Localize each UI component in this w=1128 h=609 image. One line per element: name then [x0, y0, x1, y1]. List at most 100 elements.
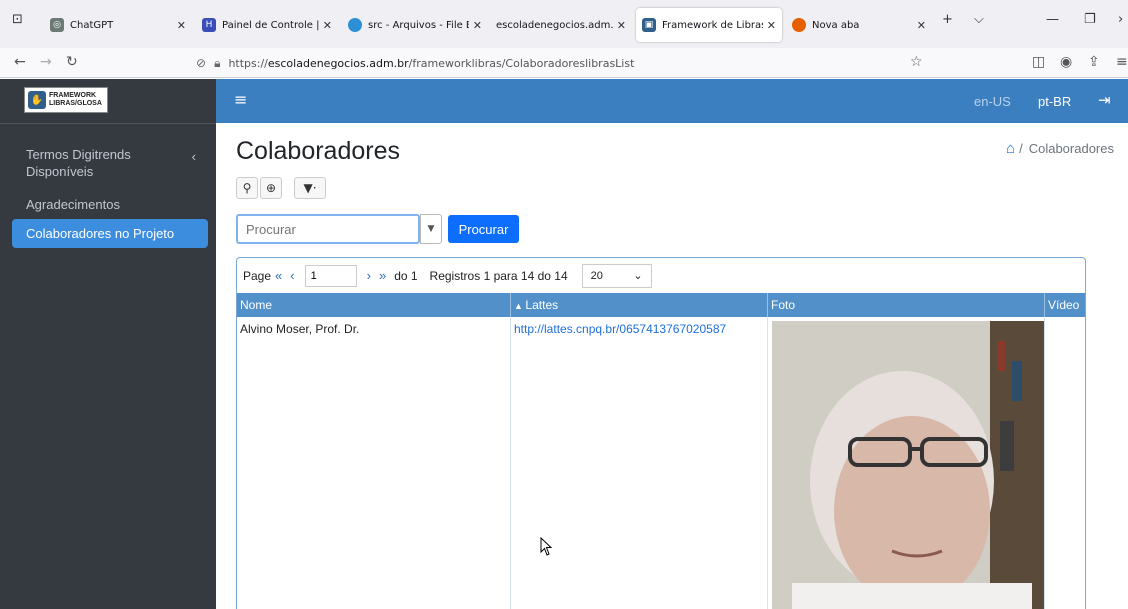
- menu-icon[interactable]: ≡: [1116, 54, 1128, 70]
- search-toggle-button[interactable]: ⚲: [236, 177, 258, 199]
- column-header-foto[interactable]: Foto: [768, 293, 1045, 317]
- logo-hands-icon: ✋: [28, 91, 46, 109]
- bookmark-star-icon[interactable]: ☆: [910, 54, 923, 70]
- main-content: Colaboradores ⌂ / Colaboradores ⚲ ⊕ ▼· ▼…: [216, 123, 1128, 609]
- chevron-left-icon: ‹: [191, 149, 196, 164]
- tab-title: Framework de Libras/C: [662, 19, 763, 31]
- chevron-down-icon: ⌄: [633, 270, 643, 282]
- mouse-cursor-icon: [540, 537, 553, 556]
- browser-nav-bar: ← → ↻ ⊘ 🔒︎ https://escoladenegocios.adm.…: [0, 48, 1128, 78]
- column-header-nome[interactable]: Nome: [237, 293, 511, 317]
- close-tab-icon[interactable]: ✕: [617, 19, 626, 32]
- records-info: Registros 1 para 14 do 14: [429, 268, 568, 283]
- tab-framework-libras[interactable]: ▣ Framework de Libras/C ✕: [636, 8, 782, 42]
- url-bar[interactable]: ⊘ 🔒︎ https://escoladenegocios.adm.br/fra…: [196, 51, 936, 75]
- colaborador-photo[interactable]: [772, 321, 1044, 609]
- first-page-icon[interactable]: «: [275, 268, 282, 283]
- sidebar-item-label: Termos Digitrends Disponíveis: [26, 147, 131, 179]
- advanced-search-button[interactable]: ⊕: [260, 177, 282, 199]
- cell-video: [1045, 317, 1085, 609]
- back-arrow-icon[interactable]: ←: [14, 54, 26, 70]
- cell-lattes: http://lattes.cnpq.br/0657413767020587: [511, 317, 768, 609]
- close-tab-icon[interactable]: ✕: [177, 19, 186, 32]
- close-tab-icon[interactable]: ✕: [767, 19, 776, 32]
- lang-pt-link[interactable]: pt-BR: [1038, 94, 1071, 109]
- sidebar-item-agradecimentos[interactable]: Agradecimentos: [12, 190, 208, 219]
- sidebar: ✋ FRAMEWORK LIBRAS/GLOSA Termos Digitrend…: [0, 79, 216, 609]
- page-size-select[interactable]: 20 ⌄: [581, 263, 652, 288]
- new-tab-icon[interactable]: +: [942, 12, 953, 27]
- sidebar-item-termos[interactable]: Termos Digitrends Disponíveis ‹: [12, 140, 208, 186]
- home-icon[interactable]: ⌂: [1006, 140, 1015, 157]
- account-icon[interactable]: ◉: [1060, 54, 1072, 70]
- filebrowser-favicon-icon: [348, 18, 362, 32]
- next-page-icon[interactable]: ›: [367, 268, 371, 283]
- tab-title: ChatGPT: [70, 19, 114, 31]
- tab-nova-aba[interactable]: Nova aba ✕: [786, 8, 932, 42]
- url-host: escoladenegocios.adm.br: [267, 56, 409, 70]
- tab-title: Painel de Controle | H: [222, 19, 319, 31]
- column-header-video[interactable]: Vídeo: [1045, 293, 1085, 317]
- painel-favicon-icon: H: [202, 18, 216, 32]
- column-header-lattes[interactable]: ▲ Lattes: [511, 293, 768, 317]
- last-page-icon[interactable]: »: [379, 268, 386, 283]
- tab-title: Nova aba: [812, 19, 860, 31]
- restore-icon[interactable]: ❐: [1084, 12, 1096, 27]
- url-prefix: https://: [228, 56, 268, 70]
- page-size-value: 20: [590, 269, 603, 282]
- lang-en-link[interactable]: en-US: [974, 94, 1011, 109]
- zoom-search-icon: ⊕: [265, 181, 277, 195]
- tab-chatgpt[interactable]: ◎ ChatGPT ✕: [44, 8, 192, 42]
- table-row: Alvino Moser, Prof. Dr. http://lattes.cn…: [237, 317, 1085, 609]
- tab-painel[interactable]: H Painel de Controle | H ✕: [196, 8, 338, 42]
- page-number-input[interactable]: [304, 264, 357, 287]
- search-icon: ⚲: [242, 181, 252, 195]
- tab-overflow-chevron-down-icon[interactable]: ⌵: [974, 12, 984, 27]
- pocket-icon[interactable]: ◫: [1032, 54, 1045, 70]
- breadcrumb: ⌂ / Colaboradores: [1006, 140, 1114, 157]
- page-title: Colaboradores: [236, 137, 400, 165]
- breadcrumb-current: Colaboradores: [1028, 141, 1114, 156]
- close-tab-icon[interactable]: ✕: [323, 19, 332, 32]
- firefox-favicon-icon: [792, 18, 806, 32]
- url-path: /frameworklibras/ColaboradoreslibrasList: [408, 56, 635, 70]
- close-tab-icon[interactable]: ✕: [473, 19, 482, 32]
- sort-asc-icon: ▲: [514, 301, 526, 311]
- tracking-shield-icon[interactable]: ⊘: [196, 56, 206, 70]
- sidebar-item-colaboradores[interactable]: Colaboradores no Projeto: [12, 219, 208, 248]
- browser-tab-bar: ⊡ ◎ ChatGPT ✕ H Painel de Controle | H ✕…: [0, 0, 1128, 48]
- framework-favicon-icon: ▣: [642, 18, 656, 32]
- lattes-link[interactable]: http://lattes.cnpq.br/0657413767020587: [514, 322, 726, 336]
- sidebar-item-label: Agradecimentos: [26, 197, 120, 212]
- search-button[interactable]: Procurar: [448, 215, 519, 243]
- filter-button[interactable]: ▼·: [294, 177, 326, 199]
- tab-title: escoladenegocios.adm.br/: [496, 19, 613, 31]
- close-tab-icon[interactable]: ✕: [917, 19, 926, 32]
- sidebar-divider: [0, 123, 216, 124]
- tab-list-icon[interactable]: ⊡: [12, 12, 23, 27]
- forward-arrow-icon[interactable]: →: [40, 54, 52, 70]
- tab-escola[interactable]: escoladenegocios.adm.br/ ✕: [490, 8, 632, 42]
- lock-icon[interactable]: 🔒︎: [214, 56, 220, 71]
- search-options-dropdown[interactable]: ▼: [420, 214, 442, 244]
- cell-nome: Alvino Moser, Prof. Dr.: [237, 317, 511, 609]
- portrait-image: [772, 321, 1044, 609]
- close-window-icon[interactable]: ›: [1118, 12, 1123, 27]
- page-count: do 1: [394, 268, 418, 283]
- tab-title: src - Arquivos - File Br: [368, 19, 469, 31]
- app-logo[interactable]: ✋ FRAMEWORK LIBRAS/GLOSA: [24, 87, 108, 113]
- minimize-icon[interactable]: —: [1046, 12, 1059, 27]
- logo-text: FRAMEWORK LIBRAS/GLOSA: [49, 92, 102, 107]
- reload-icon[interactable]: ↻: [66, 54, 78, 70]
- breadcrumb-separator: /: [1019, 141, 1023, 156]
- hamburger-menu-icon[interactable]: ≡: [234, 90, 247, 109]
- extensions-icon[interactable]: ⇪: [1088, 54, 1100, 70]
- logout-icon[interactable]: ⇥: [1098, 91, 1111, 109]
- cell-foto: [768, 317, 1045, 609]
- pager: Page « ‹ › » do 1 Registros 1 para 14 do…: [237, 258, 1085, 293]
- caret-down-icon: ▼: [427, 224, 435, 234]
- tab-src-arquivos[interactable]: src - Arquivos - File Br ✕: [342, 8, 488, 42]
- search-input[interactable]: [236, 214, 420, 244]
- prev-page-icon[interactable]: ‹: [290, 268, 294, 283]
- filter-icon: ▼·: [303, 181, 317, 195]
